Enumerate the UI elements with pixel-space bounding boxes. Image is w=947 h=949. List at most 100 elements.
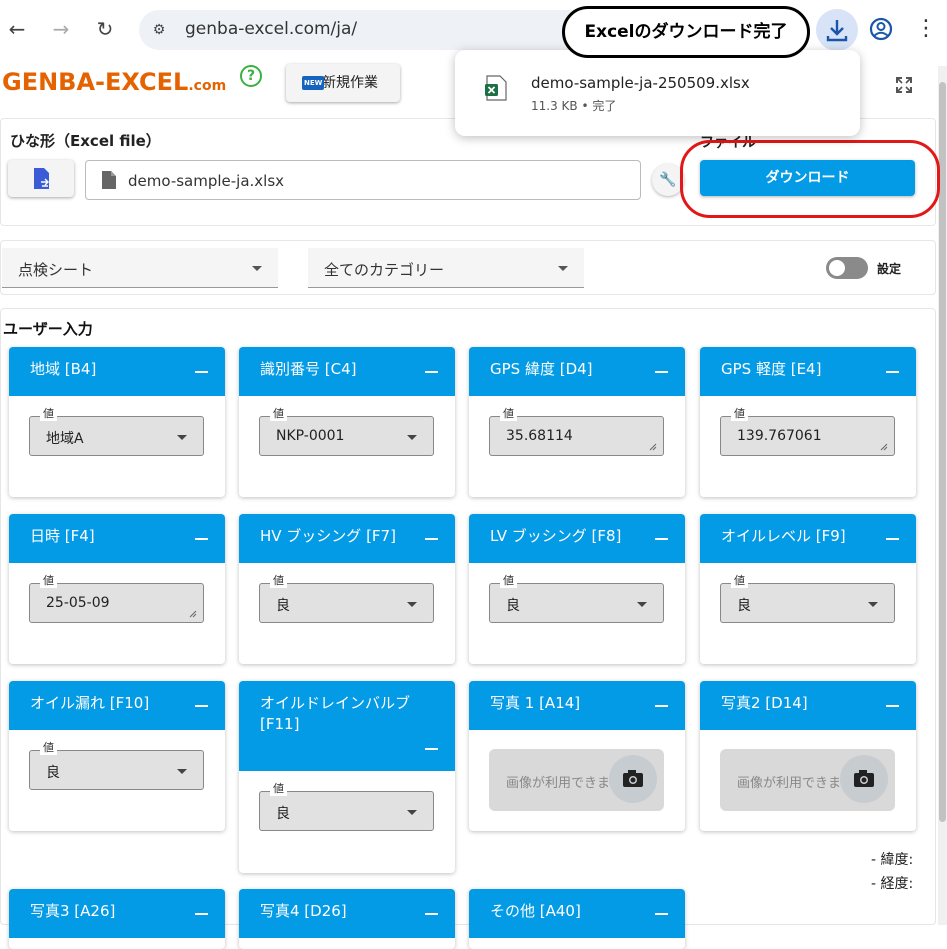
field-value: 139.767061 xyxy=(737,428,822,444)
card-title: オイルドレインバルブ [F11] xyxy=(260,694,411,733)
settings-toggle[interactable] xyxy=(826,257,868,279)
card-header: GPS 軽度 [E4] xyxy=(700,347,916,396)
card-title: 識別番号 [C4] xyxy=(260,360,357,378)
card-title: 地域 [B4] xyxy=(30,360,97,378)
minimize-icon[interactable] xyxy=(886,371,899,373)
value-select[interactable]: 値地域A xyxy=(29,407,204,456)
help-icon[interactable]: ? xyxy=(240,65,262,87)
card-header: HV ブッシング [F7] xyxy=(239,514,455,563)
field-label: 値 xyxy=(731,407,748,421)
template-file-value: demo-sample-ja.xlsx xyxy=(128,172,285,190)
more-vert-icon[interactable]: ⋮ xyxy=(914,14,938,44)
page-scrollbar[interactable] xyxy=(938,66,947,925)
field-label: 値 xyxy=(270,782,287,796)
card-header: 写真3 [A26] xyxy=(9,889,225,938)
download-icon[interactable] xyxy=(816,9,858,51)
back-arrow-icon[interactable]: ← xyxy=(2,14,32,44)
downloaded-filename[interactable]: demo-sample-ja-250509.xlsx xyxy=(531,74,750,92)
minimize-icon[interactable] xyxy=(655,371,668,373)
resize-handle-icon[interactable] xyxy=(880,443,888,451)
url-text[interactable]: genba-excel.com/ja/ xyxy=(185,19,357,39)
card-title: 写真3 [A26] xyxy=(30,902,116,920)
card-title: HV ブッシング [F7] xyxy=(260,527,396,545)
minimize-icon[interactable] xyxy=(195,705,208,707)
card-header: 写真 1 [A14] xyxy=(469,681,685,730)
minimize-icon[interactable] xyxy=(655,913,668,915)
photo-placeholder: 画像が利用できません xyxy=(720,749,895,811)
template-title: ひな形（Excel file） xyxy=(10,132,161,150)
input-card: 識別番号 [C4] 値 NKP-0001 xyxy=(239,347,455,497)
forward-arrow-icon[interactable]: → xyxy=(46,14,76,44)
value-input[interactable]: 値 35.68114 xyxy=(489,407,664,456)
field-value: 25-05-09 xyxy=(46,595,110,611)
scrollbar-thumb[interactable] xyxy=(939,82,946,822)
field-label: 値 xyxy=(270,574,287,588)
value-select[interactable]: 値 NKP-0001 xyxy=(259,407,434,456)
template-file-field[interactable]: demo-sample-ja.xlsx xyxy=(85,160,641,200)
card-header: 写真4 [D26] xyxy=(239,889,455,938)
camera-icon[interactable] xyxy=(609,755,657,803)
minimize-icon[interactable] xyxy=(425,748,438,750)
card-header: その他 [A40] xyxy=(469,889,685,938)
download-complete-callout: Excelのダウンロード完了 xyxy=(562,6,810,58)
field-value: NKP-0001 xyxy=(276,428,345,444)
value-select[interactable]: 値良 xyxy=(259,782,434,831)
template-file-button[interactable] xyxy=(8,160,74,197)
highlight-circle xyxy=(680,140,940,218)
site-logo[interactable]: GENBA-EXCEL.com xyxy=(2,68,226,96)
logo-suffix: .com xyxy=(188,78,227,94)
user-input-title: ユーザー入力 xyxy=(3,320,93,338)
camera-icon[interactable] xyxy=(840,755,888,803)
value-input[interactable]: 値 139.767061 xyxy=(720,407,895,456)
input-card: LV ブッシング [F8] 値良 xyxy=(469,514,685,664)
field-label: 値 xyxy=(731,574,748,588)
input-card: 写真3 [A26] xyxy=(9,889,225,949)
field-label: 値 xyxy=(40,574,57,588)
sheet-select[interactable]: 点検シート xyxy=(2,248,278,288)
chevron-down-icon xyxy=(177,769,187,774)
minimize-icon[interactable] xyxy=(195,913,208,915)
profile-icon[interactable] xyxy=(866,14,896,44)
value-input[interactable]: 値 25-05-09 xyxy=(29,574,204,623)
value-select[interactable]: 値良 xyxy=(259,574,434,623)
input-card: オイルレベル [F9] 値良 xyxy=(700,514,916,664)
card-header: 写真2 [D14] xyxy=(700,681,916,730)
value-select[interactable]: 値良 xyxy=(29,741,204,790)
card-header: LV ブッシング [F8] xyxy=(469,514,685,563)
minimize-icon[interactable] xyxy=(425,371,438,373)
document-icon xyxy=(102,171,116,189)
resize-handle-icon[interactable] xyxy=(189,610,197,618)
chevron-down-icon xyxy=(558,266,568,271)
expand-icon[interactable] xyxy=(893,74,915,96)
minimize-icon[interactable] xyxy=(425,913,438,915)
minimize-icon[interactable] xyxy=(655,538,668,540)
photo-placeholder-text: 画像が利用できません xyxy=(506,776,624,791)
card-header: GPS 緯度 [D4] xyxy=(469,347,685,396)
download-meta: 11.3 KB • 完了 xyxy=(531,99,617,113)
minimize-icon[interactable] xyxy=(425,538,438,540)
field-label: 値 xyxy=(40,741,57,755)
minimize-icon[interactable] xyxy=(886,705,899,707)
resize-handle-icon[interactable] xyxy=(649,443,657,451)
value-select[interactable]: 値良 xyxy=(489,574,664,623)
card-title: GPS 軽度 [E4] xyxy=(721,360,822,378)
value-select[interactable]: 値良 xyxy=(720,574,895,623)
minimize-icon[interactable] xyxy=(886,538,899,540)
new-task-label: 新規作業 xyxy=(322,75,378,91)
new-task-button[interactable]: NEW 新規作業 xyxy=(286,64,400,102)
file-swap-icon xyxy=(34,168,49,189)
field-label: 値 xyxy=(500,407,517,421)
category-select[interactable]: 全てのカテゴリー xyxy=(308,248,584,288)
input-card: HV ブッシング [F7] 値良 xyxy=(239,514,455,664)
field-label: 値 xyxy=(270,407,287,421)
card-header: 日時 [F4] xyxy=(9,514,225,563)
minimize-icon[interactable] xyxy=(655,705,668,707)
field-value: 良 xyxy=(737,598,751,614)
site-settings-icon[interactable]: ⚙ xyxy=(149,20,169,40)
input-card: その他 [A40] xyxy=(469,889,685,949)
minimize-icon[interactable] xyxy=(195,371,208,373)
reload-icon[interactable]: ↻ xyxy=(90,14,120,44)
logo-text: GENBA-EXCEL xyxy=(2,68,189,96)
minimize-icon[interactable] xyxy=(195,538,208,540)
latitude-label: - 緯度: xyxy=(871,852,914,868)
